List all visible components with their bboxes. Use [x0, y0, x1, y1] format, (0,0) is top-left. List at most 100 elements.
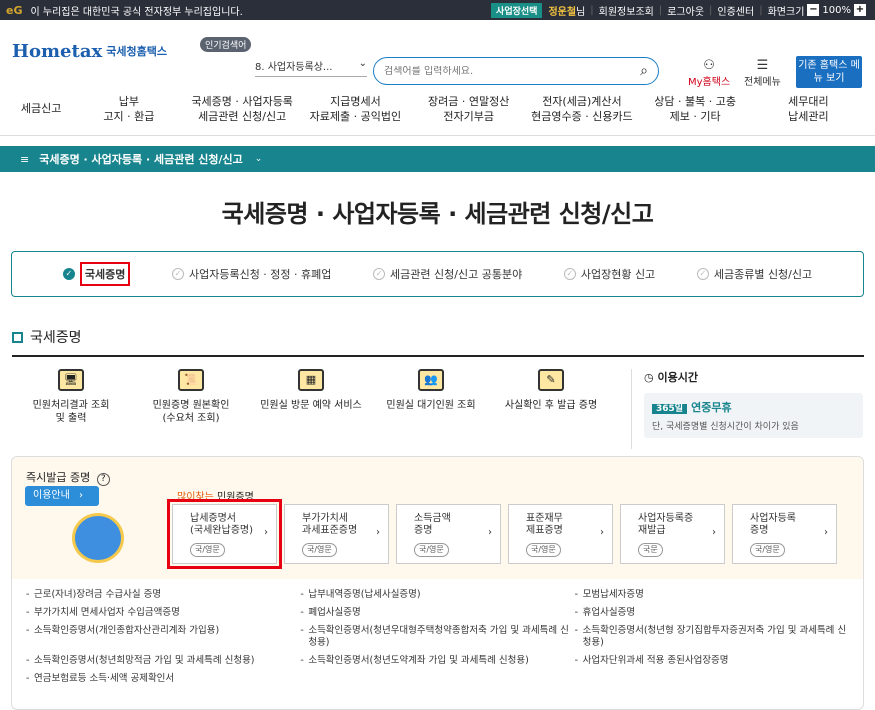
list-item[interactable]: 휴업사실증명 — [575, 607, 849, 619]
list-item[interactable]: 근로(자녀)장려금 수급사실 증명 — [26, 589, 300, 601]
list-item[interactable]: 소득확인증명서(개인종합자산관리계좌 가입용) — [26, 625, 300, 649]
all-menu-label: 전체메뉴 — [744, 77, 781, 88]
hamburger-icon: ☰ — [756, 58, 769, 73]
my-hometax-button[interactable]: ⚇ My홈택스 — [688, 58, 730, 88]
breadcrumb-label: 국세증명 · 사업자등록 · 세금관련 신청/신고 — [39, 153, 243, 166]
nav-agent[interactable]: 세무대리 납세관리 — [752, 94, 865, 124]
popular-prefix: 많이찾는 — [177, 492, 214, 503]
language-tag: 국/영문 — [750, 543, 785, 557]
certificate-list: 근로(자녀)장려금 수급사실 증명 납부내역증명(납세사실증명) 모범납세자증명… — [26, 589, 849, 691]
card-financial-statement-cert[interactable]: 표준재무 제표증명 › 국/영문 — [508, 504, 613, 564]
language-tag: 국/영문 — [302, 543, 337, 557]
nav-payment[interactable]: 납부 고지 · 환급 — [72, 94, 185, 124]
card-line1: 소득금액 — [414, 513, 451, 524]
cert-center-link[interactable]: 인증센터 — [717, 3, 754, 18]
hometax-logo[interactable]: Hometax 국세청홈택스 — [12, 41, 192, 62]
nav-incentive[interactable]: 장려금 · 연말정산 전자기부금 — [412, 94, 525, 124]
old-hometax-button[interactable]: 기존 홈택스 메뉴 보기 — [796, 56, 862, 88]
search-icon[interactable]: ⌕ — [640, 63, 648, 79]
instant-issuance-panel: 즉시발급 증명 ? 이용안내 › 많이찾는 민원증명 납세증명서 (국세완납증명… — [11, 456, 864, 710]
nav-consult[interactable]: 상담 · 불복 · 고충 제보 · 기타 — [639, 94, 752, 124]
user-icon: ⚇ — [703, 58, 715, 73]
zoom-in-button[interactable]: + — [854, 4, 866, 16]
chevron-down-icon: ⌄ — [358, 58, 367, 69]
nav-certificate[interactable]: 국세증명 · 사업자등록 세금관련 신청/신고 — [186, 94, 299, 124]
service-verified-issuance[interactable]: ✎ 사실확인 후 발급 증명 — [491, 369, 611, 449]
member-info-link[interactable]: 회원정보조회 — [599, 3, 654, 18]
nav-invoice[interactable]: 전자(세금)계산서 현금영수증 · 신용카드 — [525, 94, 638, 124]
service-label: 민원실 방문 예약 서비스 — [260, 400, 362, 411]
popular-certificates-label: 많이찾는 민원증명 — [177, 488, 254, 503]
chevron-right-icon: › — [824, 527, 828, 538]
usage-hours-note: 단, 국세증명별 신청시간이 차이가 있음 — [652, 422, 799, 432]
list-item[interactable]: 부가가치세 면세사업자 수입금액증명 — [26, 607, 300, 619]
tab-label: 사업자등록신청 · 정정 · 휴폐업 — [188, 268, 332, 281]
card-business-reg-cert[interactable]: 사업자등록 증명 › 국/영문 — [732, 504, 837, 564]
search-input[interactable] — [384, 65, 641, 77]
chevron-right-icon: › — [600, 527, 604, 538]
nav-statement[interactable]: 지급명세서 자료제출 · 공익법인 — [299, 94, 412, 124]
list-row: 근로(자녀)장려금 수급사실 증명 납부내역증명(납세사실증명) 모범납세자증명 — [26, 589, 849, 601]
all-menu-button[interactable]: ☰ 전체메뉴 — [744, 58, 781, 88]
list-item[interactable]: 사업자단위과세 적용 종된사업장증명 — [575, 655, 849, 667]
header: Hometax 국세청홈택스 인기검색어 8. 사업자등록상... ⌄ ⌕ ⚇ … — [0, 20, 875, 88]
tab-label: 세금관련 신청/신고 공통분야 — [390, 268, 523, 281]
zoom-out-button[interactable]: − — [807, 4, 820, 16]
card-income-cert[interactable]: 소득금액 증명 › 국/영문 — [396, 504, 501, 564]
list-item[interactable]: 납부내역증명(납세사실증명) — [300, 589, 574, 601]
mascot-image — [72, 513, 124, 563]
usage-guide-button[interactable]: 이용안내 › — [25, 486, 99, 506]
list-item[interactable]: 소득확인증명서(청년도약계좌 가입 및 과세특례 신청용) — [300, 655, 574, 667]
card-business-reg-reissue[interactable]: 사업자등록증 재발급 › 국문 — [620, 504, 725, 564]
list-item[interactable]: 연금보험료등 소득·세액 공제확인서 — [26, 673, 306, 685]
tab-business-status[interactable]: ✓ 사업장현황 신고 — [563, 266, 655, 282]
page-title: 국세증명 · 사업자등록 · 세금관련 신청/신고 — [221, 200, 654, 228]
usage-hours-title: 이용시간 — [657, 371, 698, 384]
tab-business-registration[interactable]: ✓ 사업자등록신청 · 정정 · 휴폐업 — [171, 266, 332, 282]
service-label: 사실확인 후 발급 증명 — [504, 400, 598, 411]
language-tag: 국/영문 — [190, 543, 225, 557]
list-item[interactable]: 소득확인증명서(청년우대형주택청약종합저축 가입 및 과세특례 신청용) — [300, 625, 574, 649]
logo-subtitle: 국세청홈택스 — [106, 45, 167, 58]
square-icon — [12, 331, 23, 343]
service-label: 민원실 대기인원 조회 — [386, 400, 476, 411]
nav-tax-report[interactable]: 세금신고 — [10, 101, 72, 116]
list-item[interactable]: 소득확인증명서(청년희망적금 가입 및 과세특례 신청용) — [26, 655, 300, 667]
list-item[interactable]: 모범납세자증명 — [575, 589, 849, 601]
screen-size-label: 화면크기 — [767, 6, 805, 18]
card-vat-cert[interactable]: 부가가치세 과세표준증명 › 국/영문 — [284, 504, 389, 564]
check-icon: ✓ — [62, 268, 75, 280]
user-name: 정운철 — [548, 6, 577, 18]
list-row: 소득확인증명서(개인종합자산관리계좌 가입용) 소득확인증명서(청년우대형주택청… — [26, 625, 849, 649]
category-tabs: ✓ 국세증명 ✓ 사업자등록신청 · 정정 · 휴폐업 ✓ 세금관련 신청/신고… — [11, 251, 864, 297]
zoom-level: 100% — [822, 4, 851, 16]
card-tax-payment-cert[interactable]: 납세증명서 (국세완납증명) › 국/영문 — [167, 499, 282, 569]
calendar-icon: ▦ — [298, 369, 324, 391]
tab-certificate[interactable]: ✓ 국세증명 — [62, 262, 131, 286]
help-icon[interactable]: ? — [96, 473, 110, 486]
list-item[interactable]: 폐업사실증명 — [300, 607, 574, 619]
popular-search-select[interactable]: 8. 사업자등록상... ⌄ — [255, 58, 367, 77]
instant-issuance-title: 즉시발급 증명 ? — [26, 469, 110, 486]
service-label: 민원증명 원본확인 (수요처 조회) — [152, 400, 230, 424]
tab-common-application[interactable]: ✓ 세금관련 신청/신고 공통분야 — [373, 266, 522, 282]
service-visit-reservation[interactable]: ▦ 민원실 방문 예약 서비스 — [251, 369, 371, 449]
chevron-down-icon: ⌄ — [254, 154, 263, 164]
service-waiting-lookup[interactable]: 👥 민원실 대기인원 조회 — [371, 369, 491, 449]
chevron-right-icon: › — [79, 490, 83, 501]
instant-issuance-label: 즉시발급 증명 — [26, 471, 91, 484]
service-original-verify[interactable]: 📜 민원증명 원본확인 (수요처 조회) — [131, 369, 251, 449]
breadcrumb[interactable]: ≡ 국세증명 · 사업자등록 · 세금관련 신청/신고 ⌄ — [0, 146, 875, 172]
usage-hours-box: 365일 연중무휴 단, 국세증명별 신청시간이 차이가 있음 — [644, 393, 863, 438]
top-utility-bar: eG 이 누리집은 대한민국 공식 전자정부 누리집입니다. 사업장선택 정운철… — [0, 0, 875, 20]
user-suffix: 님 — [576, 6, 586, 18]
popular-cards: 납세증명서 (국세완납증명) › 국/영문 부가가치세 과세표준증명 › 국/영… — [167, 499, 837, 569]
logo-wordmark: Hometax — [12, 40, 103, 62]
service-result-lookup[interactable]: 🖥 민원처리결과 조회 및 출력 — [11, 369, 131, 449]
logout-link[interactable]: 로그아웃 — [667, 3, 704, 18]
gov-notice: 이 누리집은 대한민국 공식 전자정부 누리집입니다. — [30, 6, 243, 18]
check-icon: ✓ — [171, 268, 184, 280]
list-item[interactable]: 소득확인증명서(청년형 장기집합투자증권저축 가입 및 과세특례 신청용) — [575, 625, 849, 649]
tab-tax-type[interactable]: ✓ 세금종류별 신청/신고 — [696, 266, 812, 282]
business-select-badge[interactable]: 사업장선택 — [491, 2, 543, 18]
